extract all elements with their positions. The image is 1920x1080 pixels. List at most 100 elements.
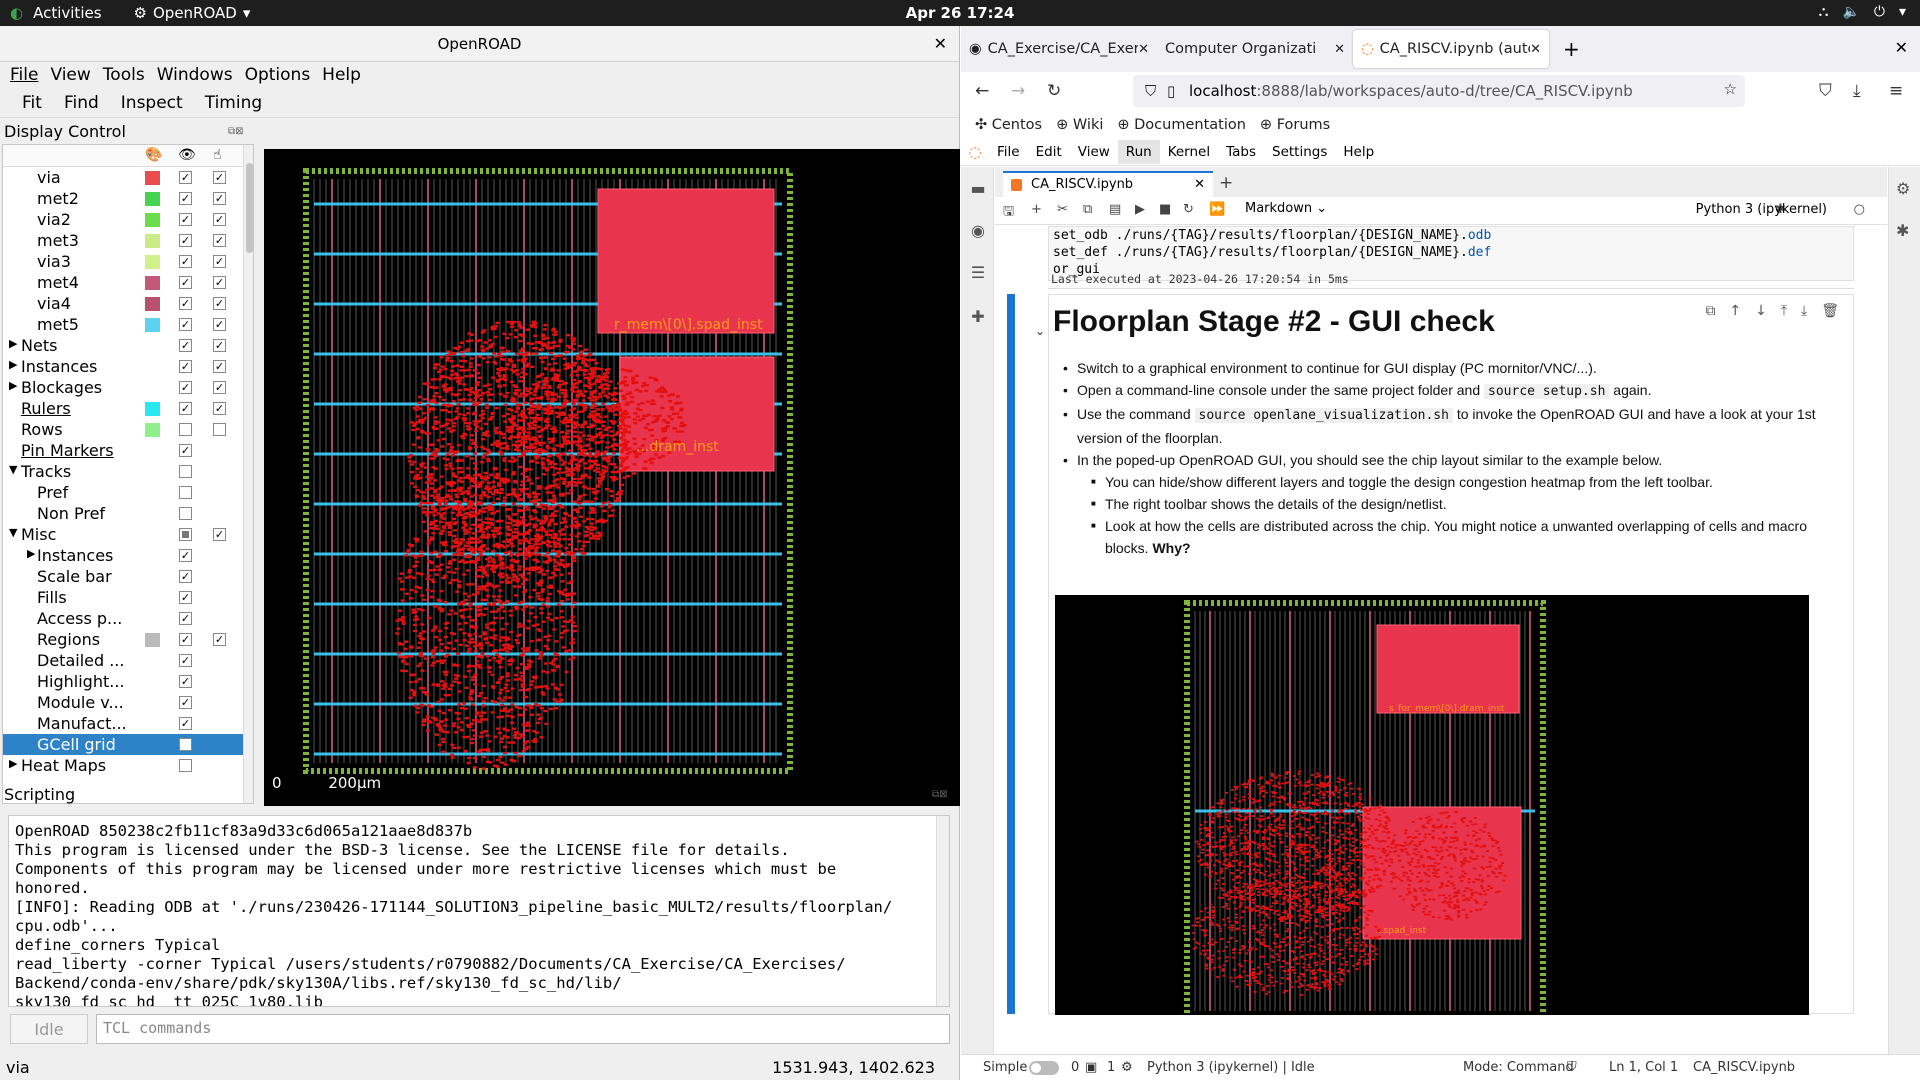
layer-row[interactable]: Manufact... ✓: [3, 713, 243, 734]
shield-icon[interactable]: ⛉: [1145, 82, 1156, 100]
visible-checkbox[interactable]: ✓: [179, 402, 192, 415]
markdown-cell[interactable]: ⧉ ↑ ↓ ⤒ ⤓ 🗑 Floorplan Stage #2 - GUI che…: [1048, 294, 1854, 1015]
selectable-checkbox[interactable]: ✓: [213, 633, 226, 646]
paste-icon[interactable]: ▤: [1109, 202, 1121, 217]
network-icon[interactable]: ⛬: [1819, 4, 1829, 20]
find-button[interactable]: Find: [64, 93, 99, 113]
close-icon[interactable]: ✕: [1530, 42, 1541, 57]
visible-checkbox[interactable]: ✓: [179, 318, 192, 331]
layer-color-swatch[interactable]: [145, 255, 160, 269]
menu-file[interactable]: File: [10, 65, 38, 85]
jl-menu-help[interactable]: Help: [1335, 140, 1382, 164]
selectable-checkbox[interactable]: ✓: [213, 297, 226, 310]
extension-icon[interactable]: ✚: [969, 307, 987, 326]
expand-right-icon[interactable]: ▶: [9, 757, 17, 770]
layer-color-swatch[interactable]: [145, 402, 160, 416]
layer-row[interactable]: Rows: [3, 419, 243, 440]
activities-icon[interactable]: ◐: [10, 4, 23, 22]
expand-right-icon[interactable]: ▶: [9, 379, 17, 392]
expand-down-icon[interactable]: ▼: [9, 463, 17, 476]
visible-checkbox[interactable]: ✓: [179, 444, 192, 457]
layer-row[interactable]: Access p... ✓: [3, 608, 243, 629]
folder-icon[interactable]: ▬: [969, 179, 987, 198]
layer-color-swatch[interactable]: [145, 234, 160, 248]
copy-icon[interactable]: ⧉: [1083, 202, 1092, 217]
layer-row[interactable]: Fills ✓: [3, 587, 243, 608]
menu-options[interactable]: Options: [245, 65, 311, 85]
notebook-tab[interactable]: CA_RISCV.ipynb ✕: [1003, 171, 1213, 197]
browser-tab-course[interactable]: Computer Organization and D ✕: [1157, 30, 1353, 68]
visible-checkbox[interactable]: [179, 528, 192, 541]
duplicate-icon[interactable]: ⧉: [1705, 303, 1715, 319]
layer-row[interactable]: GCell grid: [3, 734, 243, 755]
reload-icon[interactable]: ↻: [1047, 81, 1061, 101]
visible-checkbox[interactable]: ✓: [179, 675, 192, 688]
selectable-checkbox[interactable]: ✓: [213, 234, 226, 247]
back-icon[interactable]: ←: [975, 81, 989, 101]
forward-icon[interactable]: →: [1011, 81, 1025, 101]
expand-right-icon[interactable]: ▶: [9, 358, 17, 371]
visible-checkbox[interactable]: ✓: [179, 570, 192, 583]
restart-icon[interactable]: ↻: [1183, 202, 1194, 217]
jl-menu-edit[interactable]: Edit: [1028, 140, 1070, 164]
layer-row[interactable]: met2 ✓ ✓: [3, 188, 243, 209]
new-tab-button[interactable]: +: [1563, 37, 1580, 61]
inspect-button[interactable]: Inspect: [121, 93, 183, 113]
bookmark-wiki[interactable]: ⊕ Wiki: [1056, 117, 1103, 133]
layer-row[interactable]: via ✓ ✓: [3, 167, 243, 188]
close-icon[interactable]: ✕: [1194, 177, 1205, 192]
selectable-checkbox[interactable]: ✓: [213, 381, 226, 394]
expand-right-icon[interactable]: ▶: [27, 547, 35, 560]
layer-color-swatch[interactable]: [145, 213, 160, 227]
selectable-checkbox[interactable]: ✓: [213, 192, 226, 205]
visible-checkbox[interactable]: ✓: [179, 213, 192, 226]
debugger-icon[interactable]: ✱: [1896, 221, 1909, 240]
jl-menu-kernel[interactable]: Kernel: [1160, 140, 1218, 164]
layer-row[interactable]: Pref: [3, 482, 243, 503]
selectable-checkbox[interactable]: ✓: [213, 402, 226, 415]
bookmark-forums[interactable]: ⊕ Forums: [1260, 117, 1330, 133]
layer-row[interactable]: ▶ Blockages ✓ ✓: [3, 377, 243, 398]
close-icon[interactable]: ✕: [1334, 42, 1345, 57]
visible-checkbox[interactable]: ✓: [179, 654, 192, 667]
visible-checkbox[interactable]: ✓: [179, 297, 192, 310]
display-control-scrollbar[interactable]: [243, 145, 253, 803]
menu-help[interactable]: Help: [322, 65, 361, 85]
activities-button[interactable]: Activities: [33, 4, 101, 22]
visible-checkbox[interactable]: ✓: [179, 717, 192, 730]
fit-button[interactable]: Fit: [22, 93, 42, 113]
close-icon[interactable]: ✕: [1138, 42, 1149, 57]
dock-buttons[interactable]: ⧉⊠: [228, 126, 244, 137]
layer-color-swatch[interactable]: [145, 423, 160, 437]
stop-icon[interactable]: ■: [1159, 202, 1171, 217]
cell-type-select[interactable]: Markdown ⌄: [1245, 201, 1327, 216]
layer-row[interactable]: Module v... ✓: [3, 692, 243, 713]
visible-checkbox[interactable]: [179, 423, 192, 436]
property-inspector-icon[interactable]: ⚙: [1896, 179, 1910, 198]
selectable-checkbox[interactable]: ✓: [213, 360, 226, 373]
visible-checkbox[interactable]: ✓: [179, 192, 192, 205]
pocket-icon[interactable]: ⛉: [1819, 81, 1832, 101]
run-icon[interactable]: ▶: [1135, 202, 1145, 217]
bookmark-centos[interactable]: ✣ Centos: [975, 117, 1042, 133]
fast-forward-icon[interactable]: ⏩: [1209, 202, 1225, 217]
visible-checkbox[interactable]: [179, 465, 192, 478]
menu-tools[interactable]: Tools: [103, 65, 145, 85]
move-down-icon[interactable]: ↓: [1755, 303, 1767, 319]
visible-checkbox[interactable]: ✓: [179, 255, 192, 268]
toc-icon[interactable]: ☰: [969, 263, 987, 282]
layer-row[interactable]: via2 ✓ ✓: [3, 209, 243, 230]
url-bar[interactable]: ⛉ ▯ localhost:8888/lab/workspaces/auto-d…: [1133, 75, 1745, 107]
add-cell-icon[interactable]: +: [1031, 202, 1042, 217]
clock[interactable]: Apr 26 17:24: [0, 4, 1920, 22]
layer-row[interactable]: ▶ Instances ✓ ✓: [3, 356, 243, 377]
jl-menu-file[interactable]: File: [989, 140, 1028, 164]
selectable-checkbox[interactable]: ✓: [213, 339, 226, 352]
layer-color-swatch[interactable]: [145, 171, 160, 185]
visible-checkbox[interactable]: ✓: [179, 381, 192, 394]
dock-buttons[interactable]: ⧉⊠: [932, 789, 948, 800]
download-icon[interactable]: ⤓: [1853, 81, 1861, 101]
layer-row[interactable]: met5 ✓ ✓: [3, 314, 243, 335]
jl-menu-run[interactable]: Run: [1117, 139, 1160, 164]
layer-row[interactable]: Pin Markers ✓: [3, 440, 243, 461]
